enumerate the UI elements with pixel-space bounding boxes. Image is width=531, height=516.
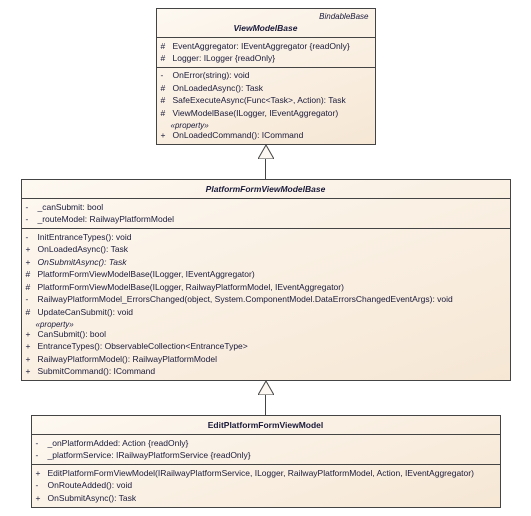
- property-row: +SubmitCommand(): ICommand: [22, 366, 510, 378]
- methods-compartment: +EditPlatformFormViewModel(IRailwayPlatf…: [32, 464, 500, 506]
- method: PlatformFormViewModelBase(ILogger, Railw…: [38, 282, 506, 293]
- method-row: #PlatformFormViewModelBase(ILogger, IEve…: [22, 269, 510, 281]
- field: _routeModel: RailwayPlatformModel: [38, 214, 506, 225]
- class-platformformviewmodelbase: PlatformFormViewModelBase -_canSubmit: b…: [21, 179, 511, 381]
- method: InitEntranceTypes(): void: [38, 232, 506, 243]
- title-compartment: EditPlatformFormViewModel: [32, 416, 500, 434]
- method: PlatformFormViewModelBase(ILogger, IEven…: [38, 269, 506, 280]
- method: ViewModelBase(ILogger, IEventAggregator): [173, 108, 371, 119]
- visibility: #: [26, 269, 38, 280]
- arrowhead-icon: [258, 145, 274, 159]
- method: OnLoadedAsync(): Task: [38, 244, 506, 255]
- visibility: -: [36, 480, 48, 491]
- visibility: -: [26, 232, 38, 243]
- visibility: -: [26, 214, 38, 225]
- method: SafeExecuteAsync(Func<Task>, Action): Ta…: [173, 95, 371, 106]
- arrowhead-icon: [258, 381, 274, 395]
- method-row: #ViewModelBase(ILogger, IEventAggregator…: [157, 107, 375, 119]
- field-row: #EventAggregator: IEventAggregator {read…: [157, 40, 375, 52]
- stereotype-top: BindableBase: [157, 11, 375, 21]
- visibility: #: [161, 41, 173, 52]
- class-name: ViewModelBase: [157, 21, 375, 35]
- visibility: #: [26, 282, 38, 293]
- field-row: -_onPlatformAdded: Action {readOnly}: [32, 437, 500, 449]
- visibility: #: [161, 83, 173, 94]
- visibility: +: [26, 366, 38, 377]
- generalization-arrow: [8, 145, 523, 179]
- method-row: #UpdateCanSubmit(): void: [22, 306, 510, 318]
- method: RailwayPlatformModel_ErrorsChanged(objec…: [38, 294, 506, 305]
- method-row: +OnSubmitAsync(): Task: [22, 256, 510, 268]
- method-row: #SafeExecuteAsync(Func<Task>, Action): T…: [157, 95, 375, 107]
- property: EntranceTypes(): ObservableCollection<En…: [38, 341, 506, 352]
- method: OnRouteAdded(): void: [48, 480, 496, 491]
- field: EventAggregator: IEventAggregator {readO…: [173, 41, 371, 52]
- visibility: #: [161, 53, 173, 64]
- visibility: +: [26, 354, 38, 365]
- title-compartment: BindableBase ViewModelBase: [157, 9, 375, 37]
- visibility: +: [36, 493, 48, 504]
- field: Logger: ILogger {readOnly}: [173, 53, 371, 64]
- visibility: #: [161, 95, 173, 106]
- visibility: -: [26, 202, 38, 213]
- method-row: +OnSubmitAsync(): Task: [32, 492, 500, 504]
- method: OnSubmitAsync(): Task: [38, 257, 506, 268]
- property: SubmitCommand(): ICommand: [38, 366, 506, 377]
- class-editplatformformviewmodel: EditPlatformFormViewModel -_onPlatformAd…: [31, 415, 501, 507]
- visibility: -: [36, 450, 48, 461]
- fields-compartment: -_canSubmit: bool -_routeModel: RailwayP…: [22, 198, 510, 228]
- visibility: +: [26, 257, 38, 268]
- property: RailwayPlatformModel(): RailwayPlatformM…: [38, 354, 506, 365]
- method-row: -InitEntranceTypes(): void: [22, 231, 510, 243]
- visibility: +: [161, 130, 173, 141]
- class-viewmodelbase: BindableBase ViewModelBase #EventAggrega…: [156, 8, 376, 145]
- field-row: -_platformService: IRailwayPlatformServi…: [32, 450, 500, 462]
- method-row: -OnError(string): void: [157, 70, 375, 82]
- field: _canSubmit: bool: [38, 202, 506, 213]
- method-row: -RailwayPlatformModel_ErrorsChanged(obje…: [22, 294, 510, 306]
- property-stereotype: «property»: [157, 120, 375, 130]
- method: UpdateCanSubmit(): void: [38, 307, 506, 318]
- generalization-arrow: [8, 381, 523, 415]
- method: OnError(string): void: [173, 70, 371, 81]
- method: OnLoadedAsync(): Task: [173, 83, 371, 94]
- method: OnSubmitAsync(): Task: [48, 493, 496, 504]
- field-row: -_canSubmit: bool: [22, 201, 510, 213]
- property-row: +OnLoadedCommand(): ICommand: [157, 130, 375, 142]
- property-row: +RailwayPlatformModel(): RailwayPlatform…: [22, 353, 510, 365]
- property-row: +EntranceTypes(): ObservableCollection<E…: [22, 341, 510, 353]
- field-row: #Logger: ILogger {readOnly}: [157, 52, 375, 64]
- property: CanSubmit(): bool: [38, 329, 506, 340]
- methods-compartment: -OnError(string): void #OnLoadedAsync():…: [157, 67, 375, 144]
- visibility: #: [161, 108, 173, 119]
- visibility: -: [26, 294, 38, 305]
- field: _onPlatformAdded: Action {readOnly}: [48, 438, 496, 449]
- field: _platformService: IRailwayPlatformServic…: [48, 450, 496, 461]
- property-row: +CanSubmit(): bool: [22, 329, 510, 341]
- method-row: #PlatformFormViewModelBase(ILogger, Rail…: [22, 281, 510, 293]
- visibility: +: [36, 468, 48, 479]
- field-row: -_routeModel: RailwayPlatformModel: [22, 214, 510, 226]
- class-name: PlatformFormViewModelBase: [22, 182, 510, 196]
- visibility: -: [36, 438, 48, 449]
- method-row: -OnRouteAdded(): void: [32, 480, 500, 492]
- method-row: +EditPlatformFormViewModel(IRailwayPlatf…: [32, 467, 500, 479]
- visibility: -: [161, 70, 173, 81]
- method-row: +OnLoadedAsync(): Task: [22, 244, 510, 256]
- property: OnLoadedCommand(): ICommand: [173, 130, 371, 141]
- connector-line: [265, 395, 266, 415]
- fields-compartment: -_onPlatformAdded: Action {readOnly} -_p…: [32, 434, 500, 464]
- method: EditPlatformFormViewModel(IRailwayPlatfo…: [48, 468, 496, 479]
- visibility: +: [26, 244, 38, 255]
- visibility: +: [26, 341, 38, 352]
- methods-compartment: -InitEntranceTypes(): void +OnLoadedAsyn…: [22, 228, 510, 380]
- class-name: EditPlatformFormViewModel: [32, 418, 500, 432]
- property-stereotype: «property»: [22, 319, 510, 329]
- fields-compartment: #EventAggregator: IEventAggregator {read…: [157, 37, 375, 67]
- title-compartment: PlatformFormViewModelBase: [22, 180, 510, 198]
- method-row: #OnLoadedAsync(): Task: [157, 82, 375, 94]
- visibility: #: [26, 307, 38, 318]
- connector-line: [265, 159, 266, 179]
- visibility: +: [26, 329, 38, 340]
